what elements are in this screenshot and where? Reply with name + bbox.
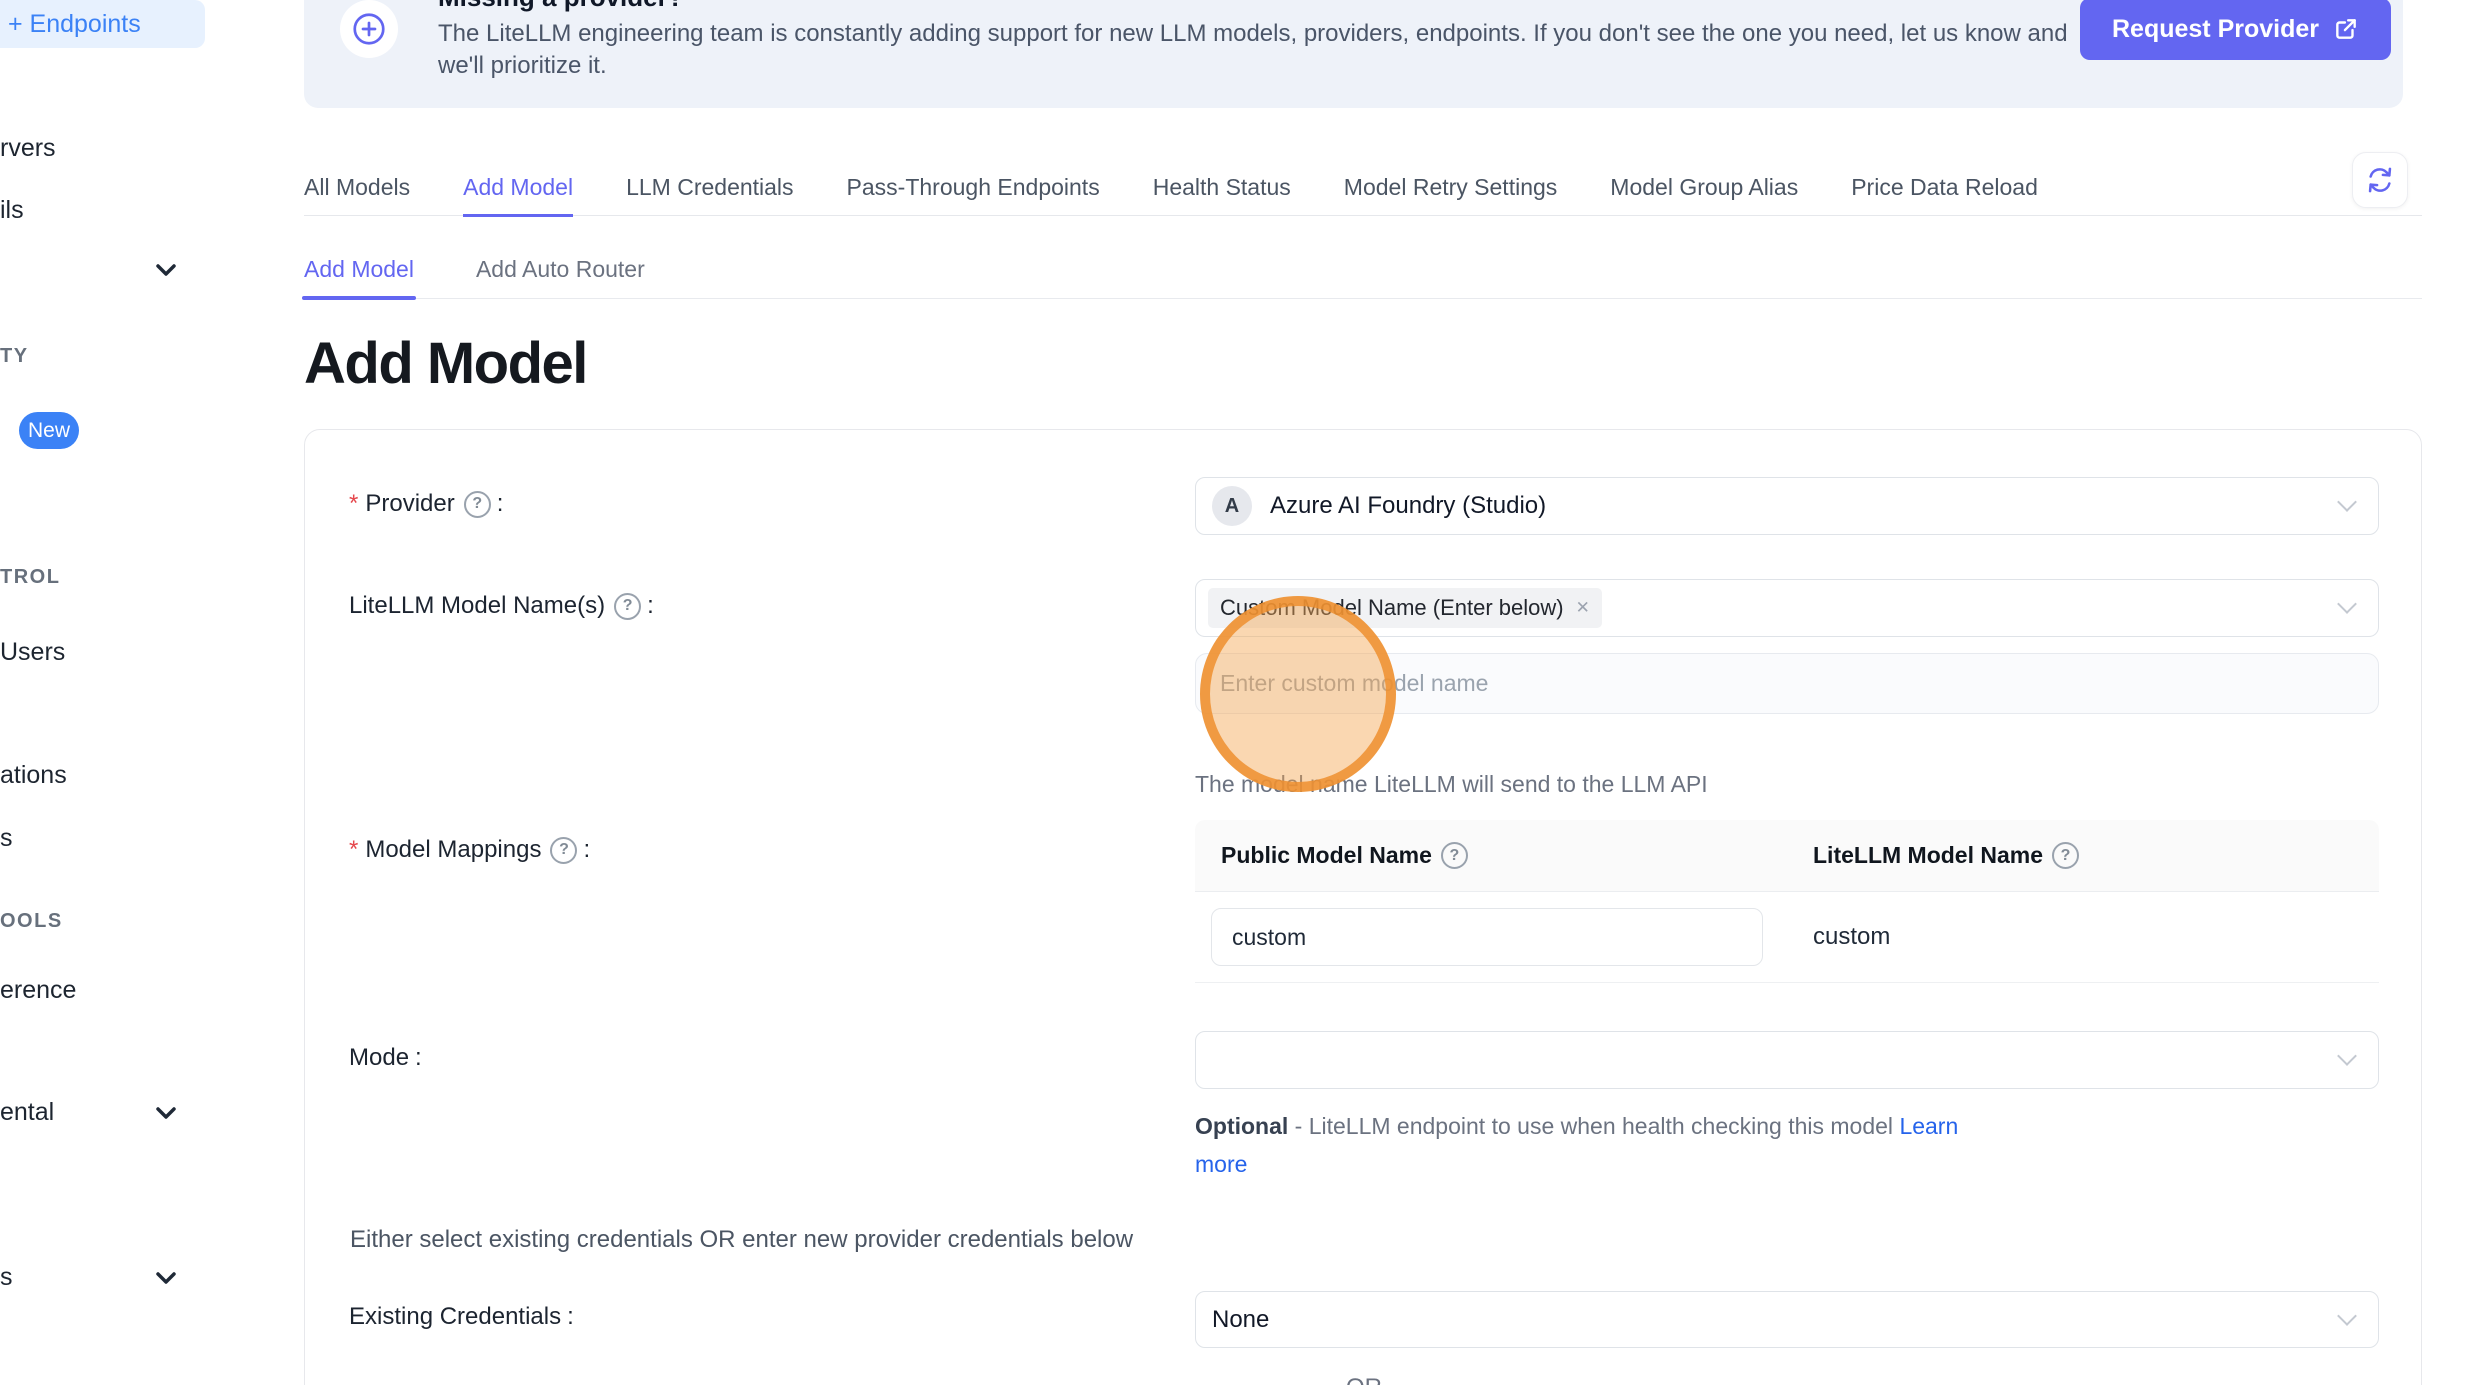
sidebar-item-label: + Endpoints [8,10,141,39]
help-icon[interactable] [1441,842,1468,869]
tab-health-status[interactable]: Health Status [1153,163,1291,215]
sidebar-item-users[interactable]: Users [0,637,65,667]
sidebar-section-ty: TY [0,345,29,368]
help-icon[interactable] [2052,842,2079,869]
tab-all-models[interactable]: All Models [304,163,410,215]
model-names-select[interactable]: Custom Model Name (Enter below) [1195,579,2379,637]
models-tabbar: All Models Add Model LLM Credentials Pas… [304,163,2422,216]
banner-description-line2: we'll prioritize it. [438,52,607,80]
mode-helper-text: Optional - LiteLLM endpoint to use when … [1195,1107,2055,1183]
sidebar-item-erence[interactable]: erence [0,975,76,1005]
banner-title: Missing a provider? [438,0,684,13]
learn-more-link[interactable]: Learn [1899,1113,1958,1139]
provider-select[interactable]: A Azure AI Foundry (Studio) [1195,477,2379,535]
litellm-model-name-value: custom [1787,923,1890,951]
model-name-helper-text: The model name LiteLLM will send to the … [1195,771,1708,798]
tab-price-data-reload[interactable]: Price Data Reload [1851,163,2038,215]
or-divider: OR [305,1374,2423,1385]
chevron-down-icon [2337,492,2357,512]
provider-label: Provider [349,490,503,518]
sidebar-item-s1[interactable]: s [0,823,13,853]
sidebar-section-trol: TROL [0,566,60,589]
mode-label: Mode [349,1044,422,1072]
litellm-model-name-cell: custom [1787,892,2379,982]
chevron-down-icon [2337,594,2357,614]
subtab-add-model[interactable]: Add Model [304,245,414,298]
sidebar-item-ils[interactable]: ils [0,195,24,225]
chevron-down-icon[interactable] [150,254,182,286]
request-provider-label: Request Provider [2112,15,2319,44]
model-mappings-label: Model Mappings [349,836,590,864]
sidebar-item-ations[interactable]: ations [0,760,67,790]
credentials-note: Either select existing credentials OR en… [350,1226,1133,1254]
litellm-model-name-header: LiteLLM Model Name [1787,820,2379,891]
help-icon[interactable] [614,593,641,620]
mappings-data-row: custom [1195,892,2379,983]
refresh-button[interactable] [2352,152,2408,208]
chevron-down-icon[interactable] [150,1097,182,1129]
tab-model-retry-settings[interactable]: Model Retry Settings [1344,163,1557,215]
existing-credentials-label: Existing Credentials [349,1303,574,1331]
provider-avatar: A [1212,486,1252,526]
new-badge: New [19,412,79,449]
sidebar: + Endpoints rvers ils TY New TROL Users … [0,0,240,1385]
tab-pass-through-endpoints[interactable]: Pass-Through Endpoints [847,163,1100,215]
litellm-admin-page: + Endpoints rvers ils TY New TROL Users … [0,0,2477,1385]
page-title: Add Model [304,330,587,397]
sidebar-item-s2[interactable]: s [0,1262,13,1292]
chevron-down-icon [2337,1046,2357,1066]
model-name-tag: Custom Model Name (Enter below) [1208,588,1602,628]
sidebar-item-endpoints-active[interactable]: + Endpoints [0,0,205,48]
learn-more-link[interactable]: more [1195,1151,1247,1177]
existing-credentials-select[interactable]: None [1195,1291,2379,1348]
help-icon[interactable] [464,491,491,518]
circle-plus-icon [340,0,398,58]
mappings-header-row: Public Model Name LiteLLM Model Name [1195,820,2379,892]
chevron-down-icon[interactable] [150,1262,182,1294]
public-model-name-input[interactable] [1211,908,1763,966]
chevron-down-icon [2337,1306,2357,1326]
subtab-add-auto-router[interactable]: Add Auto Router [476,245,645,298]
refresh-icon [2366,166,2394,194]
tab-model-group-alias[interactable]: Model Group Alias [1610,163,1798,215]
help-icon[interactable] [550,837,577,864]
banner-description-line1: The LiteLLM engineering team is constant… [438,20,2068,48]
tab-add-model[interactable]: Add Model [463,163,573,215]
add-model-form-card: Provider A Azure AI Foundry (Studio) Lit… [304,429,2422,1385]
missing-provider-banner: Missing a provider? The LiteLLM engineer… [304,0,2403,108]
existing-credentials-value: None [1212,1306,1269,1334]
model-names-label: LiteLLM Model Name(s) [349,592,654,620]
sidebar-section-ools: OOLS [0,910,63,933]
mode-select[interactable] [1195,1031,2379,1089]
custom-model-name-input[interactable] [1195,653,2379,714]
sidebar-item-ental[interactable]: ental [0,1097,54,1127]
add-model-subtabs: Add Model Add Auto Router [304,245,2422,299]
public-model-name-cell [1195,892,1787,982]
model-mappings-table: Public Model Name LiteLLM Model Name cus… [1195,820,2379,983]
public-model-name-header: Public Model Name [1195,820,1787,891]
provider-value: Azure AI Foundry (Studio) [1270,492,1546,520]
request-provider-button[interactable]: Request Provider [2080,0,2391,60]
tab-llm-credentials[interactable]: LLM Credentials [626,163,793,215]
remove-tag-icon[interactable] [1576,598,1590,618]
sidebar-item-servers[interactable]: rvers [0,133,56,163]
external-link-icon [2333,16,2359,42]
